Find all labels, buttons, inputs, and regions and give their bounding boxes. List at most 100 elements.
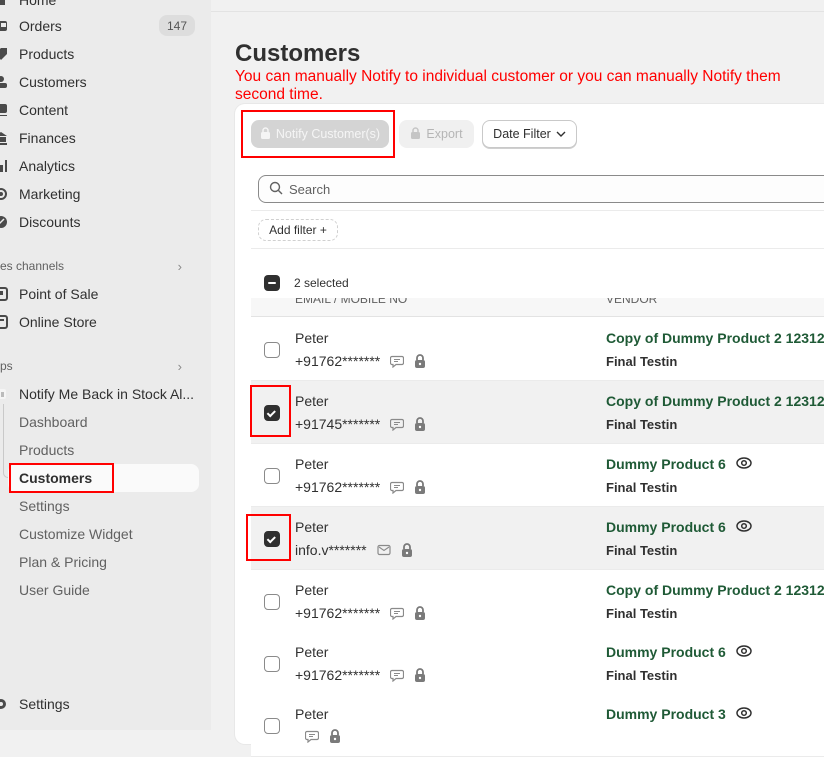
vendor-name: Final Testin xyxy=(606,543,678,558)
apps-header[interactable]: ps › xyxy=(0,356,200,376)
app-icon xyxy=(0,387,8,401)
table-row[interactable]: Peter +91762******* Copy of Dummy Product … xyxy=(251,318,824,381)
row-checkbox[interactable] xyxy=(264,342,280,358)
app-subitem-plan-pricing[interactable]: Plan & Pricing xyxy=(19,548,107,576)
row-checkbox[interactable] xyxy=(264,468,280,484)
nav-label: Orders xyxy=(19,18,62,34)
nav-label: Customers xyxy=(19,74,87,90)
nav-item-analytics[interactable]: Analytics xyxy=(0,152,200,180)
target-icon xyxy=(0,187,8,201)
sales-channels-header[interactable]: es channels › xyxy=(0,256,200,276)
pos-icon xyxy=(0,287,8,301)
app-subitem-products[interactable]: Products xyxy=(19,436,74,464)
nav-label: Products xyxy=(19,46,75,62)
table-row[interactable]: Peter +91762******* Dummy Product 6 Final T… xyxy=(251,444,824,507)
product-name: Dummy Product 3 xyxy=(606,706,726,722)
highlight-annotation-box xyxy=(250,385,291,437)
selected-count: 2 selected xyxy=(294,276,349,290)
content-icon xyxy=(0,103,8,117)
gear-icon xyxy=(0,697,8,711)
product-link[interactable]: Dummy Product 6 xyxy=(606,456,752,472)
customer-contact: +91762******* xyxy=(295,353,426,369)
search-input[interactable] xyxy=(289,181,789,197)
select-all-checkbox[interactable] xyxy=(264,275,280,291)
column-header-vendor: VENDOR xyxy=(606,298,658,306)
date-filter-dropdown[interactable]: Date Filter xyxy=(482,120,577,148)
app-subitem-customize-widget[interactable]: Customize Widget xyxy=(19,520,133,548)
search-field[interactable] xyxy=(258,175,824,203)
lock-icon xyxy=(401,543,413,557)
product-name: Dummy Product 6 xyxy=(606,456,726,472)
add-filter-button[interactable]: Add filter + xyxy=(258,219,338,241)
nav-label: Marketing xyxy=(19,186,81,202)
divider xyxy=(251,210,824,211)
product-link[interactable]: Dummy Product 6 xyxy=(606,519,752,535)
vendor-name: Final Testin xyxy=(606,417,678,432)
table-row[interactable]: Peter +91762******* Dummy Product 6 Final T… xyxy=(251,632,824,695)
product-link[interactable]: Dummy Product 3 xyxy=(606,706,752,722)
customer-name: Peter xyxy=(295,519,329,535)
nav-item-marketing[interactable]: Marketing xyxy=(0,180,200,208)
app-subitem-user-guide[interactable]: User Guide xyxy=(19,576,90,604)
nav-item-app-notify-me[interactable]: Notify Me Back in Stock Al... xyxy=(0,380,200,408)
nav-item-customers[interactable]: Customers xyxy=(0,68,200,96)
lock-icon xyxy=(414,668,426,682)
nav-label: Analytics xyxy=(19,158,76,174)
table-header: EMAIL / MOBILE NO VENDOR xyxy=(251,298,824,317)
app-subitem-dashboard[interactable]: Dashboard xyxy=(19,408,88,436)
customer-name: Peter xyxy=(295,330,329,346)
store-icon xyxy=(0,315,8,329)
eye-icon[interactable] xyxy=(736,644,752,660)
sms-icon xyxy=(390,481,405,494)
nav-item-point-of-sale[interactable]: Point of Sale xyxy=(0,280,200,308)
table-row[interactable]: Peter +91745******* Copy of Dummy Product … xyxy=(251,381,824,444)
eye-icon[interactable] xyxy=(736,706,752,722)
row-checkbox[interactable] xyxy=(264,718,280,734)
button-label: Date Filter xyxy=(493,127,551,141)
product-link[interactable]: Copy of Dummy Product 2 12312 xyxy=(606,582,824,598)
nav-label: Settings xyxy=(19,696,70,712)
nav-item-settings[interactable]: Settings xyxy=(0,690,200,718)
orders-icon xyxy=(0,19,8,33)
nav-item-discounts[interactable]: Discounts xyxy=(0,208,200,236)
eye-icon[interactable] xyxy=(736,519,752,535)
row-checkbox[interactable] xyxy=(264,656,280,672)
vendor-name: Final Testin xyxy=(606,606,678,621)
export-button[interactable]: Export xyxy=(399,120,474,148)
highlight-annotation-box xyxy=(241,110,395,158)
email-icon xyxy=(377,544,391,556)
chevron-down-icon xyxy=(556,127,566,141)
nav-item-products[interactable]: Products xyxy=(0,40,200,68)
vendor-name: Final Testin xyxy=(606,480,678,495)
table-row[interactable]: Peter Dummy Product 3 xyxy=(251,694,824,757)
section-label: ps xyxy=(0,359,13,373)
customer-contact: +91762******* xyxy=(295,605,426,621)
table-row[interactable]: Peter info.v******* Dummy Product 6 Final T… xyxy=(251,507,824,570)
search-icon xyxy=(269,181,283,198)
nav-label: Finances xyxy=(19,130,76,146)
vendor-name: Final Testin xyxy=(606,668,678,683)
table-row[interactable]: Peter +91762******* Copy of Dummy Product … xyxy=(251,570,824,633)
customer-contact: info.v******* xyxy=(295,542,413,558)
contact-value: info.v******* xyxy=(295,542,367,558)
product-link[interactable]: Copy of Dummy Product 2 12312 xyxy=(606,393,824,409)
orders-count-badge: 147 xyxy=(159,15,195,36)
person-icon xyxy=(0,75,8,89)
eye-icon[interactable] xyxy=(736,456,752,472)
product-name: Dummy Product 6 xyxy=(606,519,726,535)
customer-contact: +91745******* xyxy=(295,416,426,432)
customer-name: Peter xyxy=(295,393,329,409)
product-link[interactable]: Dummy Product 6 xyxy=(606,644,752,660)
product-name: Copy of Dummy Product 2 12312 xyxy=(606,330,824,346)
nav-item-online-store[interactable]: Online Store xyxy=(0,308,200,336)
lock-icon xyxy=(410,126,421,142)
customer-name: Peter xyxy=(295,706,329,722)
tree-connector xyxy=(3,404,8,478)
customer-name: Peter xyxy=(295,582,329,598)
row-checkbox[interactable] xyxy=(264,594,280,610)
nav-item-finances[interactable]: Finances xyxy=(0,124,200,152)
chevron-right-icon: › xyxy=(177,358,182,374)
app-subitem-settings[interactable]: Settings xyxy=(19,492,70,520)
product-link[interactable]: Copy of Dummy Product 2 12312 xyxy=(606,330,824,346)
nav-item-content[interactable]: Content xyxy=(0,96,200,124)
